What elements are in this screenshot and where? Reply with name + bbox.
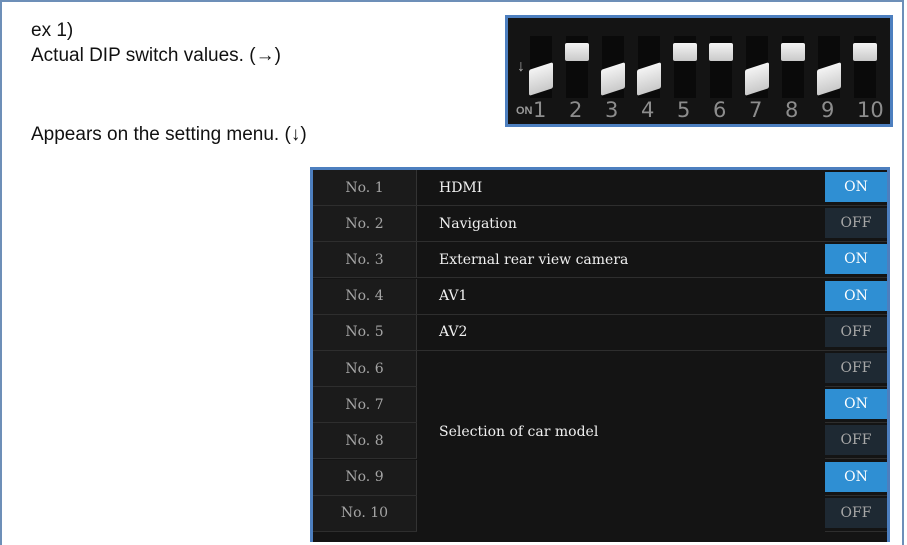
row-value-toggle[interactable]: ON — [825, 172, 887, 202]
down-arrow-icon: ↓ — [517, 58, 525, 75]
settings-menu: No. 1 HDMI ON No. 2 Navigation OFF No. 3 Extern… — [310, 167, 890, 542]
example-label: ex 1) — [31, 20, 74, 41]
row-number: No. 9 — [313, 459, 417, 495]
row-number: No. 3 — [313, 242, 417, 278]
merged-cell — [417, 351, 825, 542]
row-number: No. 2 — [313, 206, 417, 242]
dip-number-4: 4 — [641, 98, 655, 122]
row-value-toggle[interactable]: ON — [825, 461, 887, 492]
row-setting-name: Navigation — [439, 215, 517, 232]
dip-caption: Actual DIP switch values. (→) — [31, 45, 281, 66]
dip-on-label: ON — [516, 105, 533, 117]
dip-lever-6[interactable] — [709, 43, 733, 61]
dip-lever-10[interactable] — [853, 43, 877, 61]
menu-caption: Appears on the setting menu. (↓) — [31, 124, 307, 145]
car-model-label: Selection of car model — [439, 424, 599, 440]
dip-number-2: 2 — [569, 98, 583, 122]
row-value-toggle[interactable]: OFF — [825, 497, 887, 528]
row-setting-name: AV1 — [439, 288, 468, 305]
menu-row[interactable]: No. 1 HDMI ON — [313, 170, 887, 206]
row-value-toggle[interactable]: ON — [825, 389, 887, 420]
row-setting-name: External rear view camera — [439, 251, 629, 268]
menu-row[interactable]: No. 3 External rear view camera ON — [313, 242, 887, 279]
row-number: No. 6 — [313, 351, 417, 386]
menu-row[interactable]: No. 2 Navigation OFF — [313, 206, 887, 243]
row-number: No. 4 — [313, 278, 417, 314]
dip-lever-2[interactable] — [565, 43, 589, 61]
row-setting-name: AV2 — [439, 324, 468, 341]
row-value-toggle[interactable]: OFF — [825, 316, 887, 347]
dip-number-9: 9 — [821, 98, 835, 122]
dip-lever-8[interactable] — [781, 43, 805, 61]
dip-number-1: 1 — [533, 98, 547, 122]
dip-number-6: 6 — [713, 98, 727, 122]
row-value-toggle[interactable]: ON — [825, 244, 887, 275]
row-value-toggle[interactable]: OFF — [825, 425, 887, 456]
row-value-toggle[interactable]: OFF — [825, 208, 887, 239]
menu-row[interactable]: No. 4 AV1 ON — [313, 278, 887, 315]
row-number: No. 1 — [313, 170, 417, 205]
row-number: No. 8 — [313, 423, 417, 459]
row-number: No. 7 — [313, 387, 417, 423]
row-value-toggle[interactable]: OFF — [825, 353, 887, 383]
dip-number-3: 3 — [605, 98, 619, 122]
menu-row[interactable]: No. 5 AV2 OFF — [313, 314, 887, 351]
dip-number-5: 5 — [677, 98, 691, 122]
row-setting-name: HDMI — [439, 179, 483, 196]
dip-number-7: 7 — [749, 98, 763, 122]
row-number: No. 5 — [313, 314, 417, 350]
dip-switch-photo: ↓ ON 1 2 3 4 5 6 7 8 9 10 — [505, 15, 893, 127]
dip-number-8: 8 — [785, 98, 799, 122]
row-value-toggle[interactable]: ON — [825, 280, 887, 311]
dip-number-10: 10 — [857, 98, 884, 122]
dip-lever-5[interactable] — [673, 43, 697, 61]
row-number: No. 10 — [313, 495, 417, 531]
